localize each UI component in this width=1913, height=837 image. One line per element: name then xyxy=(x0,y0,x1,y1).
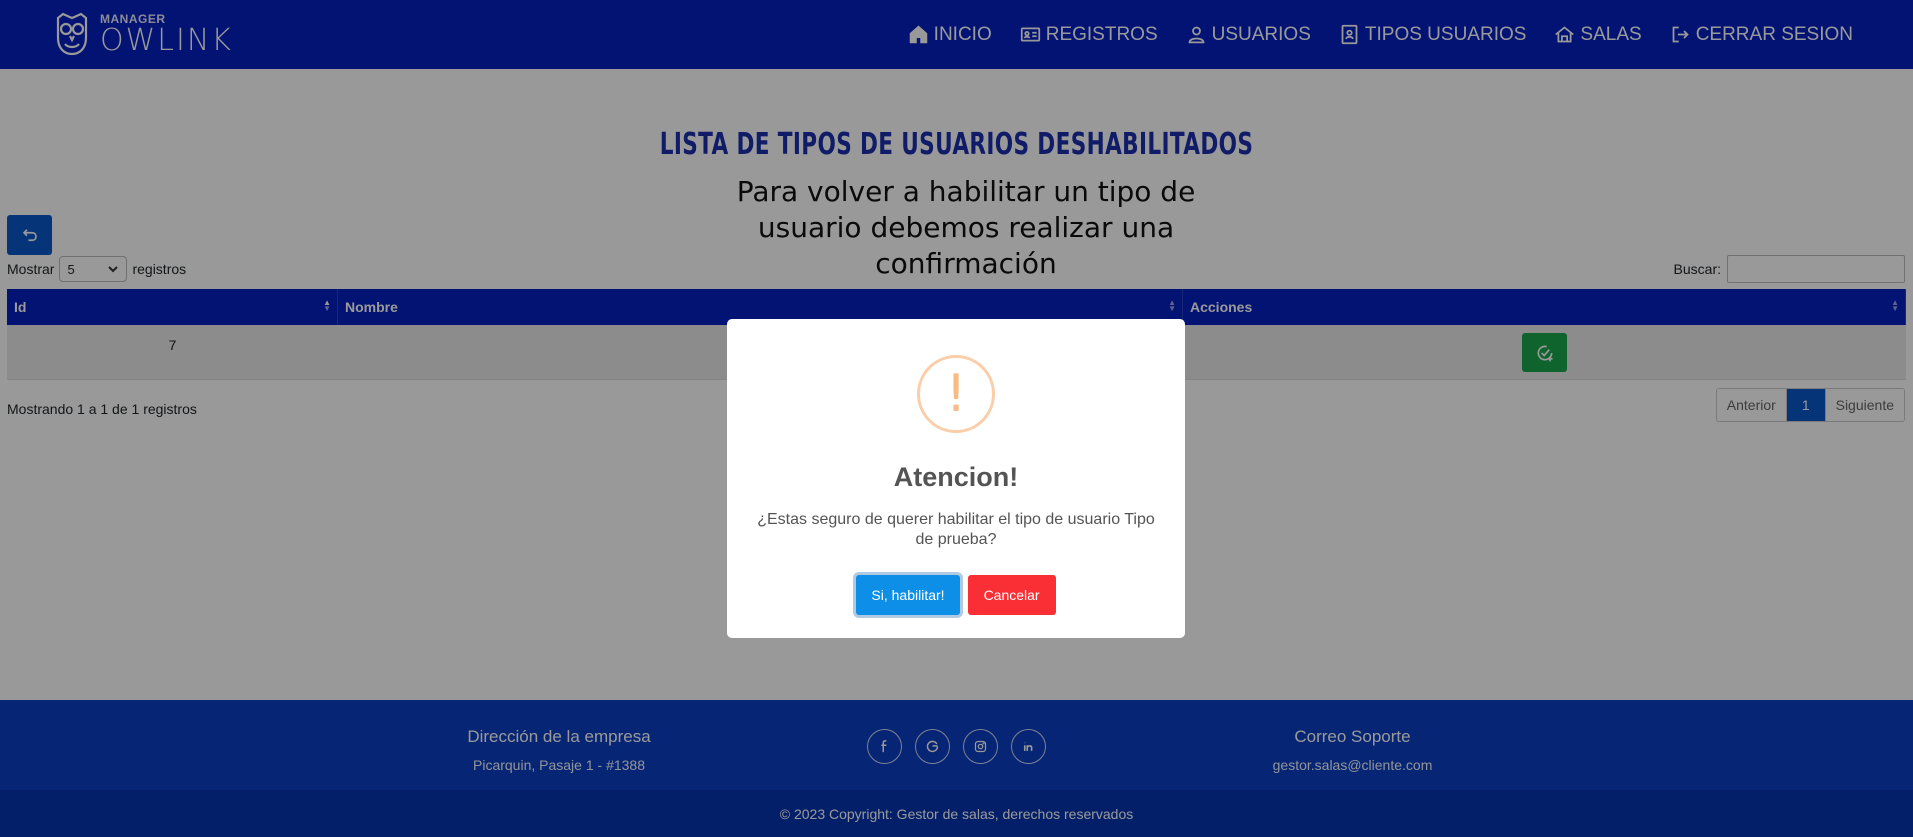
dialog-title: Atencion! xyxy=(893,462,1019,492)
confirmation-dialog: ! Atencion! ¿Estas seguro de querer habi… xyxy=(727,319,1185,638)
dialog-message: ¿Estas seguro de querer habilitar el tip… xyxy=(757,511,1155,548)
cancel-button[interactable]: Cancelar xyxy=(967,575,1056,615)
dialog-actions: Si, habilitar! Cancelar xyxy=(727,575,1185,615)
warning-icon: ! xyxy=(917,355,995,433)
modal-backdrop[interactable]: ! Atencion! ¿Estas seguro de querer habi… xyxy=(0,0,1913,837)
confirm-enable-button[interactable]: Si, habilitar! xyxy=(856,575,960,615)
